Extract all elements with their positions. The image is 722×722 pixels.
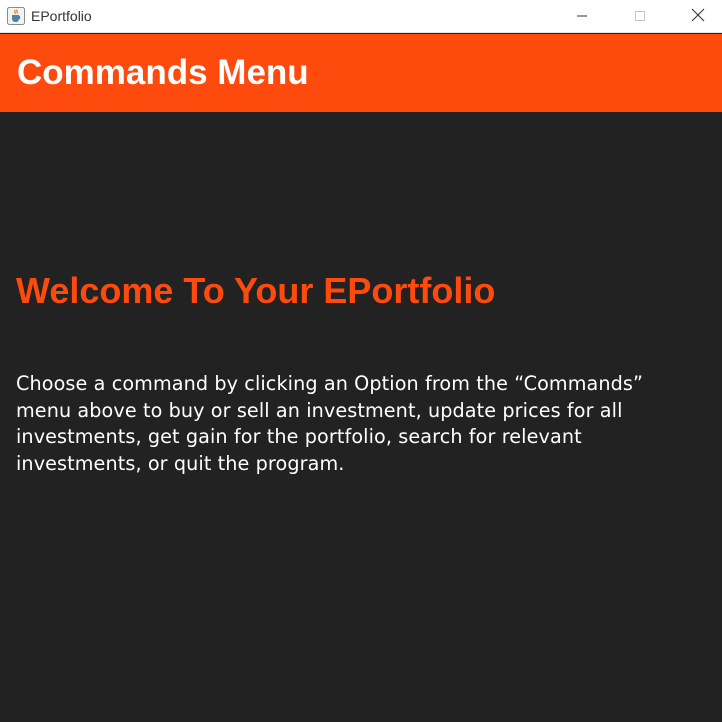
- close-icon: [691, 7, 705, 26]
- minimize-icon: [576, 7, 588, 26]
- window-title-bar[interactable]: EPortfolio: [0, 0, 722, 33]
- app-window: EPortfolio Commands Menu Welcome To Your…: [0, 0, 722, 722]
- commands-menu-title[interactable]: Commands Menu: [17, 53, 309, 93]
- java-cup-icon: [7, 7, 25, 25]
- commands-menu-header[interactable]: Commands Menu: [0, 34, 722, 112]
- close-button[interactable]: [670, 0, 722, 32]
- window-title: EPortfolio: [31, 8, 92, 24]
- instructions-text: Choose a command by clicking an Option f…: [16, 372, 644, 475]
- maximize-icon: [634, 7, 646, 26]
- minimize-button[interactable]: [554, 0, 610, 32]
- welcome-heading: Welcome To Your EPortfolio: [16, 270, 496, 311]
- maximize-button[interactable]: [612, 0, 668, 32]
